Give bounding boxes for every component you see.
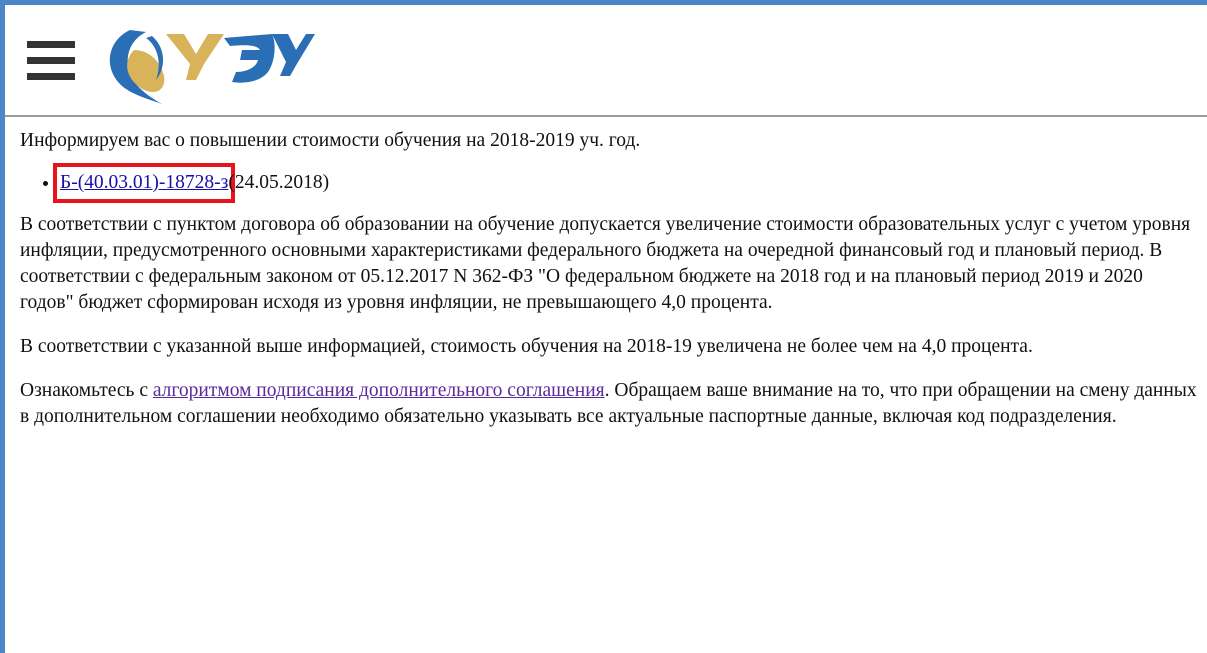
- paragraph-algorithm: Ознакомьтесь с алгоритмом подписания доп…: [20, 378, 1200, 430]
- menu-bar: [27, 57, 75, 64]
- paragraph-cost: В соответствии с указанной выше информац…: [20, 336, 1033, 357]
- document-date: (24.05.2018): [228, 172, 330, 193]
- paragraph-text-before: Ознакомьтесь с: [20, 380, 153, 401]
- site-header: [5, 5, 1207, 117]
- documents-list: Б-(40.03.01)-18728-з(24.05.2018): [20, 163, 1200, 203]
- logo-graphic: [109, 30, 315, 104]
- intro-text: Информируем вас о повышении стоимости об…: [20, 130, 641, 151]
- main-content: Информируем вас о повышении стоимости об…: [20, 128, 1200, 430]
- algorithm-link[interactable]: алгоритмом подписания дополнительного со…: [153, 380, 605, 401]
- highlight-box: Б-(40.03.01)-18728-з: [52, 163, 236, 203]
- university-logo[interactable]: [100, 20, 315, 109]
- paragraph-contract: В соответствии с пунктом договора об обр…: [20, 214, 1191, 313]
- hamburger-menu-icon[interactable]: [27, 41, 75, 85]
- menu-bar: [27, 73, 75, 80]
- menu-bar: [27, 41, 75, 48]
- list-item: Б-(40.03.01)-18728-з(24.05.2018): [52, 163, 1200, 203]
- document-link[interactable]: Б-(40.03.01)-18728-з: [60, 172, 228, 193]
